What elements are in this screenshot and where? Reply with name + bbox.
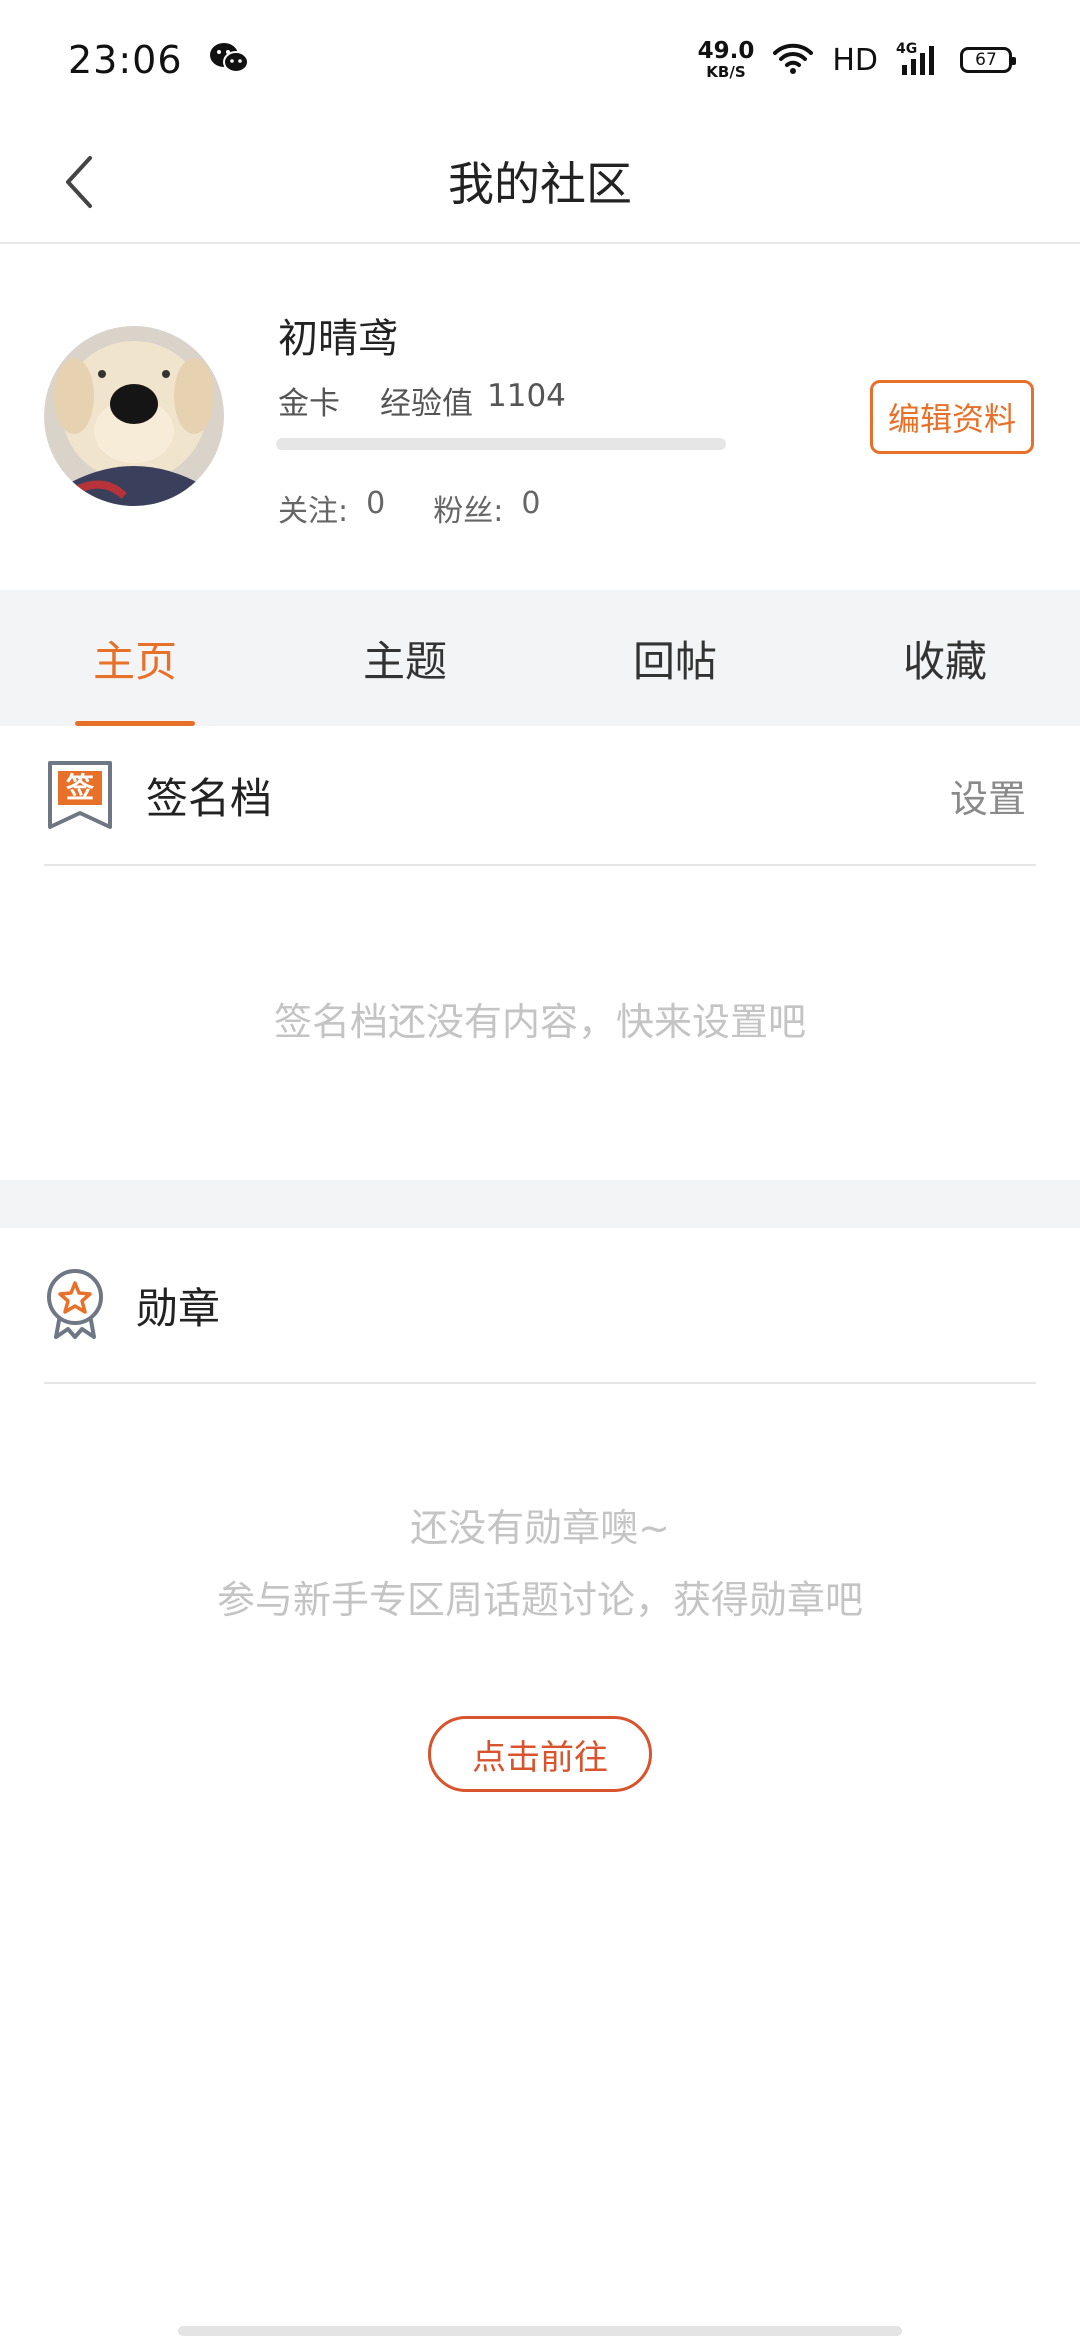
tab-home[interactable]: 主页 <box>0 590 270 726</box>
follow-count: 0 <box>366 486 386 521</box>
level-row: 金卡 经验值 1104 <box>278 378 566 423</box>
chevron-left-icon <box>66 156 92 208</box>
status-bar: 23:06 49.0 KB/S HD 4G 67 <box>0 0 1080 120</box>
edit-profile-button[interactable]: 编辑资料 <box>870 380 1034 454</box>
tab-bar: 主页 主题 回帖 收藏 <box>0 590 1080 726</box>
fans-label: 粉丝: <box>433 494 504 529</box>
page-title: 我的社区 <box>448 157 632 211</box>
signature-icon: 签 <box>44 759 116 831</box>
exp-progress-bar <box>276 438 726 450</box>
net-speed: 49.0 KB/S <box>698 40 755 80</box>
tab-favorites[interactable]: 收藏 <box>810 590 1080 726</box>
stats-row: 关注: 0 粉丝: 0 <box>278 486 540 530</box>
exp-label: 经验值 <box>380 386 473 422</box>
signature-title: 签名档 <box>146 773 273 823</box>
avatar[interactable] <box>44 326 224 506</box>
username: 初晴鸢 <box>278 316 398 362</box>
back-button[interactable] <box>40 142 120 222</box>
hd-label: HD <box>832 42 878 78</box>
signature-header: 签 签名档 设置 <box>44 726 1036 866</box>
wifi-icon <box>772 41 814 79</box>
nav-bar: 我的社区 <box>0 120 1080 244</box>
go-button[interactable]: 点击前往 <box>428 1716 652 1792</box>
exp-info: 经验值 1104 <box>380 378 566 423</box>
exp-value: 1104 <box>487 378 566 414</box>
medals-title: 勋章 <box>136 1283 221 1333</box>
signature-empty-text: 签名档还没有内容，快来设置吧 <box>273 1000 806 1044</box>
fans-stat[interactable]: 粉丝: 0 <box>433 486 540 530</box>
net-speed-unit: KB/S <box>706 63 746 81</box>
medals-empty-line1: 还没有勋章噢~ <box>410 1506 670 1550</box>
medals-header: 勋章 <box>44 1228 1036 1384</box>
net-speed-value: 49.0 <box>697 38 755 64</box>
follow-label: 关注: <box>278 494 349 529</box>
follow-stat[interactable]: 关注: 0 <box>278 486 385 530</box>
signature-settings-link[interactable]: 设置 <box>950 768 1026 823</box>
tab-topics[interactable]: 主题 <box>270 590 540 726</box>
signal-icon: 4G <box>896 41 942 77</box>
home-indicator[interactable] <box>178 2326 902 2336</box>
battery-icon: 67 <box>960 47 1016 73</box>
status-right: 49.0 KB/S HD 4G 67 <box>698 40 1016 80</box>
tab-replies[interactable]: 回帖 <box>540 590 810 726</box>
status-left: 23:06 <box>68 38 249 82</box>
section-divider <box>0 1180 1080 1228</box>
profile-card: 初晴鸢 金卡 经验值 1104 关注: 0 粉丝: 0 编辑资料 <box>0 246 1080 590</box>
signature-icon-char: 签 <box>65 771 94 804</box>
medals-empty-text: 还没有勋章噢~ 参与新手专区周话题讨论，获得勋章吧 <box>0 1492 1080 1636</box>
wechat-icon <box>209 41 249 79</box>
medal-icon <box>44 1267 106 1343</box>
medals-empty-line2: 参与新手专区周话题讨论，获得勋章吧 <box>216 1578 863 1622</box>
status-time: 23:06 <box>68 38 183 82</box>
fans-count: 0 <box>521 486 541 521</box>
level-badge: 金卡 <box>278 386 340 422</box>
